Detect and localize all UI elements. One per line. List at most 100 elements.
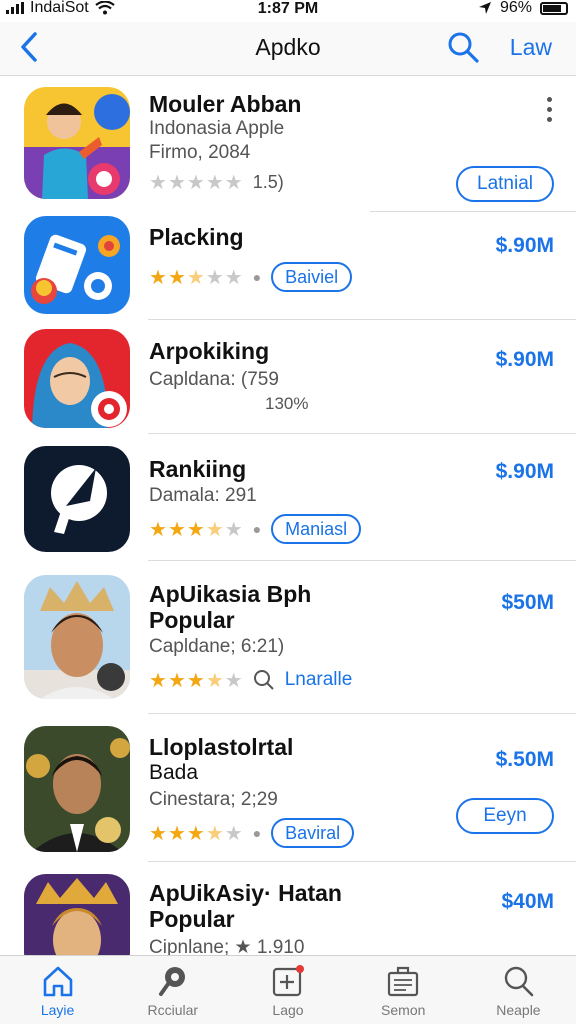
app-price[interactable]: $.90M <box>496 234 554 258</box>
tab-home[interactable]: Layie <box>0 956 115 1024</box>
more-options-button[interactable] <box>544 97 554 122</box>
app-name: ApUikAsiy· Hatan <box>149 880 342 906</box>
app-price[interactable]: $40M <box>501 890 554 914</box>
app-developer: Indonasia Apple <box>149 118 285 139</box>
tab-lago[interactable]: Lago <box>230 956 345 1024</box>
star-icon: ★ <box>149 266 167 289</box>
tab-label: Semon <box>381 1002 426 1018</box>
star-icon: ★ <box>205 822 224 845</box>
list-item[interactable]: Rankiing Damala: 291 ★ ★ ★ ★ ★ ● Maniasl $.9… <box>0 434 576 561</box>
pin-icon <box>158 967 185 996</box>
star-icon: ★ <box>224 171 243 194</box>
tab-people[interactable]: Neaple <box>461 956 576 1024</box>
star-icon: ★ <box>224 266 243 289</box>
list-item[interactable]: Lloplastolrtal Bada Cinestara; 2;29 ★ ★ ★ ★… <box>0 714 576 862</box>
page-title: Apdko <box>255 34 321 60</box>
star-icon: ★ <box>186 669 205 692</box>
star-icon: ★ <box>167 266 186 289</box>
tab-regular[interactable]: Rcciular <box>115 956 230 1024</box>
app-name: ApUikasia Bph <box>149 581 312 607</box>
tab-label: Layie <box>40 1002 75 1018</box>
app-price[interactable]: $.90M <box>496 460 554 484</box>
star-icon: ★ <box>205 266 224 289</box>
star-rating: ★ ★ ★ ★ ★ <box>149 821 243 846</box>
app-name-line2: Popular <box>149 906 235 932</box>
location-icon <box>478 2 491 14</box>
star-rating: ★ ★ ★ ★ ★ <box>149 517 243 542</box>
app-developer: Capldane; 6:21) <box>149 636 285 657</box>
list-item[interactable]: Mouler Abban Indonasia Apple Firmo, 2084… <box>0 77 576 212</box>
list-item[interactable]: Placking ★ ★ ★ ★ ★ ● Baiviel $.90M <box>0 212 576 320</box>
star-icon: ★ <box>149 518 167 541</box>
app-icon <box>24 575 130 699</box>
list-item[interactable]: ApUikasia Bph Popular Capldane; 6:21) ★ ★… <box>0 561 576 714</box>
rating-line: ★ ★ ★ ★ ★ ● Baiviel <box>149 260 556 294</box>
star-icon: ★ <box>186 518 205 541</box>
star-icon: ★ <box>186 266 205 289</box>
rating-line: ★ ★ ★ ★ ★ Lnaralle <box>149 663 556 697</box>
status-bar: IndaiSot 1:87 PM 96% <box>0 0 576 22</box>
category-link[interactable]: Lnaralle <box>285 669 353 691</box>
app-icon <box>24 874 130 955</box>
list-item[interactable]: Arpokiking Capldana: (759 130% $.90M <box>0 320 576 434</box>
star-icon: ★ <box>224 518 243 541</box>
search-button[interactable] <box>446 30 480 64</box>
star-icon: ★ <box>224 822 243 845</box>
category-chip[interactable]: Maniasl <box>271 514 362 544</box>
app-meta: Firmo, 2084 <box>149 142 251 163</box>
tab-semon[interactable]: Semon <box>346 956 461 1024</box>
app-icon <box>24 87 130 199</box>
status-right: 96% <box>478 0 568 16</box>
star-rating: ★ ★ ★ ★ ★ <box>149 170 243 195</box>
star-icon: ★ <box>167 669 186 692</box>
star-icon: ★ <box>167 518 186 541</box>
app-info: ApUikAsiy· Hatan Popular Cipnlane; ★ 1.9… <box>149 880 556 955</box>
search-icon <box>448 32 479 63</box>
home-icon <box>43 966 72 997</box>
add-box-icon <box>272 965 304 997</box>
app-list: Mouler Abban Indonasia Apple Firmo, 2084… <box>0 77 576 955</box>
app-price[interactable]: $.90M <box>496 348 554 372</box>
battery-percent: 96% <box>499 0 532 16</box>
category-chip[interactable]: Baviral <box>271 818 355 848</box>
install-button[interactable]: Latnial <box>456 166 554 202</box>
search-icon <box>505 966 534 997</box>
app-info: ApUikasia Bph Popular Capldane; 6:21) ★ ★… <box>149 581 556 697</box>
tab-label: Rcciular <box>147 1002 199 1018</box>
tab-label: Neaple <box>496 1002 541 1018</box>
star-icon: ★ <box>186 171 205 194</box>
app-name-line2: Popular <box>149 607 235 633</box>
separator-dot: ● <box>252 825 262 841</box>
star-icon: ★ <box>167 171 186 194</box>
app-price[interactable]: $50M <box>501 591 554 615</box>
tab-bar: Layie Rcciular Lago Semon Neaple <box>0 955 576 1024</box>
rating-value: 1.5) <box>252 171 284 192</box>
star-icon: ★ <box>224 669 243 692</box>
star-rating: ★ ★ ★ ★ ★ <box>149 668 243 693</box>
app-icon <box>24 726 130 852</box>
rating-line: ★ ★ ★ ★ ★ ● Maniasl <box>149 512 556 546</box>
list-item[interactable]: ApUikAsiy· Hatan Popular Cipnlane; ★ 1.9… <box>0 862 576 955</box>
star-icon: ★ <box>149 822 167 845</box>
briefcase-icon <box>388 966 419 997</box>
get-button[interactable]: Eeyn <box>456 798 554 834</box>
app-developer: Damala: 291 <box>149 485 257 506</box>
app-meta: 130% <box>265 394 309 413</box>
app-icon <box>24 446 130 552</box>
star-icon: ★ <box>186 822 205 845</box>
search-icon <box>253 670 274 690</box>
separator-dot: ● <box>252 521 262 537</box>
star-icon: ★ <box>205 518 224 541</box>
app-icon <box>24 329 130 428</box>
nav-right-button[interactable]: Law <box>510 34 552 61</box>
battery-icon <box>540 1 568 15</box>
star-icon: ★ <box>149 171 167 194</box>
app-price[interactable]: $.50M <box>496 748 554 772</box>
app-developer: Cipnlane; ★ 1.910 <box>149 937 305 955</box>
star-rating: ★ ★ ★ ★ ★ <box>149 265 243 290</box>
star-icon: ★ <box>167 822 186 845</box>
category-chip[interactable]: Baiviel <box>271 262 353 292</box>
star-icon: ★ <box>205 171 224 194</box>
tab-label: Lago <box>272 1002 304 1018</box>
star-icon: ★ <box>149 669 167 692</box>
